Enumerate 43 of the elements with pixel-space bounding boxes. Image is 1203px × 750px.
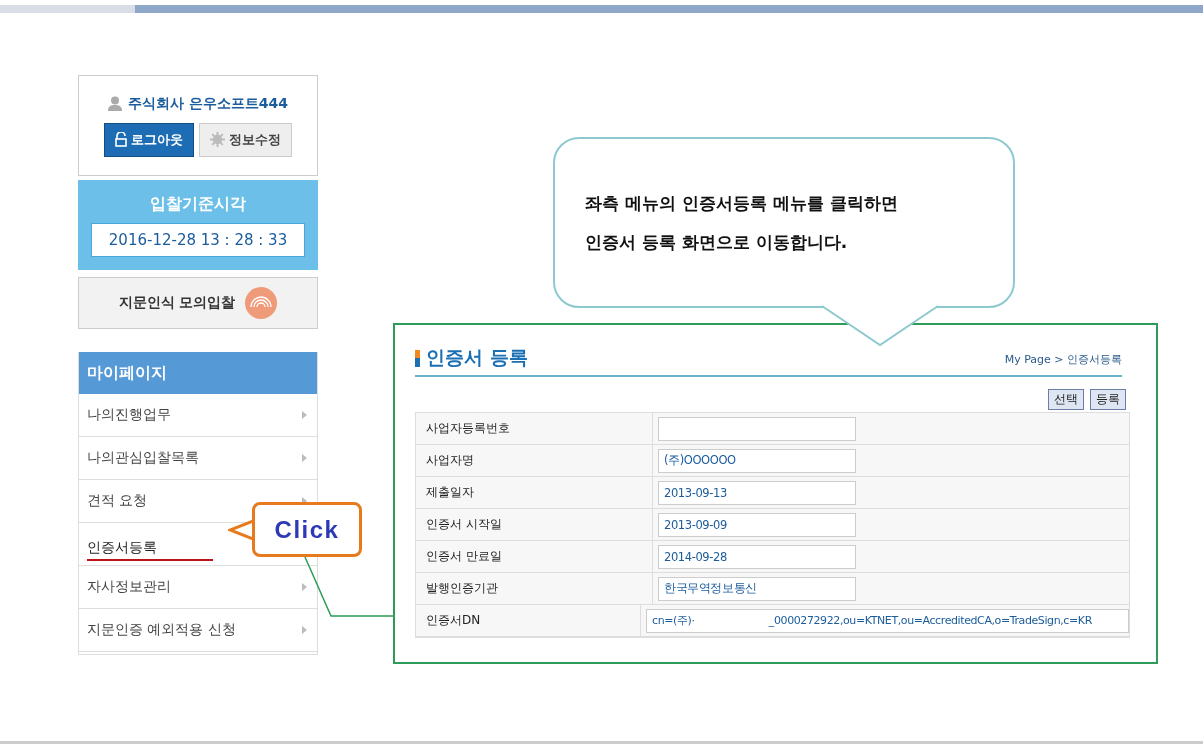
field-label: 인증서 시작일: [416, 509, 653, 540]
field-label: 발행인증기관: [416, 573, 653, 604]
arrow-icon: [302, 626, 307, 634]
input-field[interactable]: 2013-09-13: [658, 480, 856, 505]
click-tooltip: Click: [252, 502, 362, 557]
panel-title: 인증서 등록: [426, 345, 528, 370]
register-button[interactable]: 등록: [1090, 389, 1126, 410]
field-label: 인증서DN: [416, 605, 641, 636]
input-field[interactable]: 2014-09-28: [658, 544, 856, 569]
arrow-icon: [302, 454, 307, 462]
field-label: 사업자명: [416, 445, 653, 476]
select-button[interactable]: 선택: [1048, 389, 1084, 410]
input-field[interactable]: 2013-09-09: [658, 512, 856, 537]
menu-item[interactable]: 견적 요청: [87, 490, 148, 512]
user-icon: [107, 96, 122, 111]
menu-item[interactable]: 나의관심입찰목록: [87, 447, 199, 469]
arrow-icon: [302, 583, 307, 591]
gear-icon: [210, 132, 225, 147]
arrow-icon: [302, 411, 307, 419]
callout-text: 인증서 등록 화면으로 이동합니다.: [585, 230, 849, 254]
input-field[interactable]: (주)OOOOOO: [658, 448, 856, 473]
menu-item[interactable]: 자사정보관리: [87, 576, 171, 598]
input-field[interactable]: [658, 416, 856, 441]
fingerprint-bid-button[interactable]: 지문인식 모의입찰: [78, 277, 318, 329]
clock-time: 2016-12-28 13 : 28 : 33: [91, 222, 305, 257]
field-label: 제출일자: [416, 477, 653, 508]
callout-text: 좌측 메뉴의 인증서등록 메뉴를 클릭하면: [585, 191, 899, 215]
field-label: 사업자등록번호: [416, 413, 653, 444]
fingerprint-icon: [245, 287, 278, 319]
menu-item[interactable]: 인증서등록: [87, 537, 213, 561]
menu-title: 마이페이지: [79, 352, 317, 394]
unlock-icon: [115, 132, 127, 147]
input-field[interactable]: 한국무역정보통신: [658, 576, 856, 601]
company-name: 주식회사 은우소프트444: [127, 94, 289, 113]
clock-title: 입찰기준시각: [150, 193, 246, 215]
edit-info-button[interactable]: 정보수정: [199, 122, 292, 157]
menu-item[interactable]: 나의진행업무: [87, 404, 171, 426]
breadcrumb: My Page > 인증서등록: [1004, 352, 1122, 367]
title-bar-icon: [415, 349, 420, 367]
logout-button[interactable]: 로그아웃: [104, 122, 194, 157]
menu-item[interactable]: 지문인증 예외적용 신청: [87, 619, 236, 641]
input-field[interactable]: cn=(주)· _0000272922,ou=KTNET,ou=AccreditedCA,o=TradeSign,c=KR: [646, 608, 1129, 633]
field-label: 인증서 만료일: [416, 541, 653, 572]
